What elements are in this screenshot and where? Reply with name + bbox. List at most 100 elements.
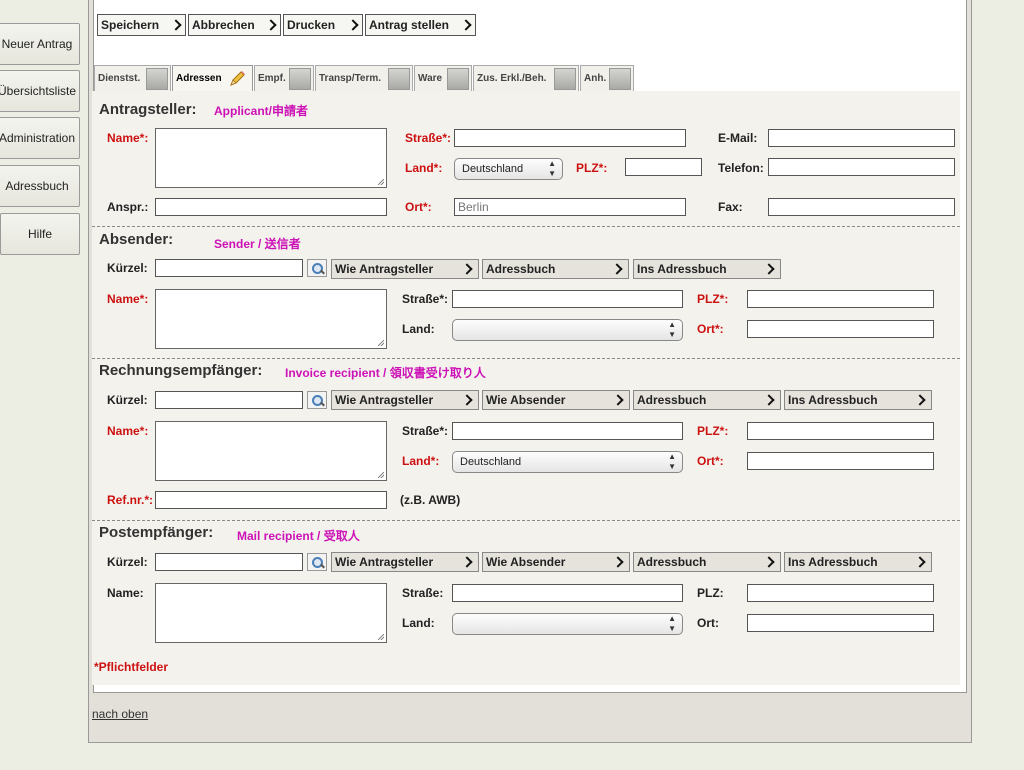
chevron-right-icon <box>612 394 624 406</box>
annotation-invoice-recipient: Invoice recipient / 領収書受け取り人 <box>285 366 486 380</box>
search-icon[interactable] <box>307 553 327 571</box>
invoice-street-label: Straße*: <box>402 424 449 438</box>
tab-recipient[interactable]: Empf. <box>254 65 314 91</box>
sender-zip-label: PLZ*: <box>697 292 729 306</box>
invoice-city-input[interactable] <box>747 452 934 470</box>
applicant-zip-input[interactable] <box>625 158 702 176</box>
mail-city-input[interactable] <box>747 614 934 632</box>
applicant-fax-input[interactable] <box>768 198 955 216</box>
chevron-right-icon <box>461 263 473 275</box>
sender-addressbook-button[interactable]: Adressbuch <box>482 259 629 279</box>
applicant-country-label: Land*: <box>405 161 443 175</box>
invoice-to-addressbook-button[interactable]: Ins Adressbuch <box>784 390 932 410</box>
chevron-right-icon <box>763 556 775 568</box>
section-divider <box>92 358 960 359</box>
tab-goods[interactable]: Ware <box>414 65 472 91</box>
sender-name-textarea[interactable] <box>155 289 387 349</box>
applicant-zip-label: PLZ*: <box>576 161 608 175</box>
cancel-button[interactable]: Abbrechen <box>188 14 281 36</box>
print-button[interactable]: Drucken <box>283 14 363 36</box>
mail-like-sender-button[interactable]: Wie Absender <box>482 552 630 572</box>
sender-short-input[interactable] <box>155 259 303 277</box>
search-icon[interactable] <box>307 391 327 409</box>
sidebar-item-administration[interactable]: Administration <box>0 117 80 159</box>
mail-country-select[interactable]: ▲ ▼ <box>452 613 683 635</box>
sender-short-label: Kürzel: <box>107 261 148 275</box>
sender-street-input[interactable] <box>452 290 683 308</box>
applicant-street-input[interactable] <box>454 129 686 147</box>
mail-short-input[interactable] <box>155 553 303 571</box>
sidebar-item-new-application[interactable]: Neuer Antrag <box>0 23 80 65</box>
chevron-right-icon <box>461 394 473 406</box>
invoice-street-input[interactable] <box>452 422 683 440</box>
invoice-country-select[interactable]: Deutschland ▲ ▼ <box>452 451 683 473</box>
mail-zip-label: PLZ: <box>697 586 724 600</box>
sidebar-item-addressbook[interactable]: Adressbuch <box>0 165 80 207</box>
tab-transport-terms[interactable]: Transp/Term. <box>315 65 413 91</box>
tab-attachments[interactable]: Anh. <box>580 65 634 91</box>
invoice-zip-input[interactable] <box>747 422 934 440</box>
tab-addresses[interactable]: Adressen <box>172 65 253 92</box>
sender-country-select[interactable]: ▲ ▼ <box>452 319 683 341</box>
submit-application-button[interactable]: Antrag stellen <box>365 14 476 36</box>
select-arrows-icon: ▲ ▼ <box>668 452 676 471</box>
sender-like-applicant-button[interactable]: Wie Antragsteller <box>331 259 479 279</box>
save-button[interactable]: Speichern <box>97 14 186 36</box>
search-icon[interactable] <box>307 259 327 277</box>
mail-street-input[interactable] <box>452 584 683 602</box>
sidebar-item-help[interactable]: Hilfe <box>0 213 80 255</box>
applicant-contact-input[interactable] <box>155 198 387 216</box>
applicant-phone-label: Telefon: <box>718 161 764 175</box>
select-arrows-icon: ▲ ▼ <box>548 159 556 178</box>
mail-to-addressbook-button[interactable]: Ins Adressbuch <box>784 552 932 572</box>
applicant-fax-label: Fax: <box>718 200 743 214</box>
mail-city-label: Ort: <box>697 616 719 630</box>
mail-zip-input[interactable] <box>747 584 934 602</box>
tab-additional-declarations[interactable]: Zus. Erkl./Beh. <box>473 65 579 91</box>
mail-street-label: Straße: <box>402 586 444 600</box>
sidebar-item-overview-list[interactable]: Übersichtsliste <box>0 70 80 112</box>
applicant-country-select[interactable]: Deutschland ▲ ▼ <box>454 158 563 180</box>
applicant-phone-input[interactable] <box>768 158 955 176</box>
invoice-addressbook-button[interactable]: Adressbuch <box>633 390 781 410</box>
invoice-short-label: Kürzel: <box>107 393 148 407</box>
tab-status-icon <box>554 68 576 90</box>
applicant-street-label: Straße*: <box>405 131 452 145</box>
chevron-right-icon <box>763 263 775 275</box>
chevron-right-icon <box>460 19 472 31</box>
applicant-email-label: E-Mail: <box>718 131 758 145</box>
invoice-short-input[interactable] <box>155 391 303 409</box>
applicant-name-textarea[interactable] <box>155 128 387 188</box>
applicant-email-input[interactable] <box>768 129 955 147</box>
invoice-like-applicant-button[interactable]: Wie Antragsteller <box>331 390 479 410</box>
back-to-top-link[interactable]: nach oben <box>92 707 148 721</box>
invoice-country-label: Land*: <box>402 454 440 468</box>
invoice-name-label: Name*: <box>107 424 149 438</box>
select-arrows-icon: ▲ ▼ <box>668 614 676 633</box>
mail-addressbook-button[interactable]: Adressbuch <box>633 552 781 572</box>
invoice-ref-input[interactable] <box>155 491 387 509</box>
sidebar-item-label: Administration <box>0 131 76 145</box>
invoice-name-textarea[interactable] <box>155 421 387 481</box>
applicant-city-input[interactable]: Berlin <box>454 198 686 216</box>
sender-zip-input[interactable] <box>747 290 934 308</box>
sender-to-addressbook-button[interactable]: Ins Adressbuch <box>633 259 781 279</box>
sender-city-input[interactable] <box>747 320 934 338</box>
invoice-city-label: Ort*: <box>697 454 724 468</box>
sender-street-label: Straße*: <box>402 292 449 306</box>
sidebar-item-label: Neuer Antrag <box>1 37 73 51</box>
mail-like-applicant-button[interactable]: Wie Antragsteller <box>331 552 479 572</box>
tab-status-icon <box>388 68 410 90</box>
chevron-right-icon <box>170 19 182 31</box>
tab-status-icon <box>447 68 469 90</box>
invoice-like-sender-button[interactable]: Wie Absender <box>482 390 630 410</box>
chevron-right-icon <box>347 19 359 31</box>
addresses-form: Antragsteller: Applicant/申請者 Name*: Stra… <box>92 91 960 685</box>
tab-service-office[interactable]: Dienstst. <box>94 65 171 91</box>
sender-city-label: Ort*: <box>697 322 724 336</box>
section-divider <box>92 226 960 227</box>
select-arrows-icon: ▲ ▼ <box>668 320 676 339</box>
chevron-right-icon <box>914 394 926 406</box>
tab-status-icon <box>146 68 168 90</box>
mail-name-textarea[interactable] <box>155 583 387 643</box>
